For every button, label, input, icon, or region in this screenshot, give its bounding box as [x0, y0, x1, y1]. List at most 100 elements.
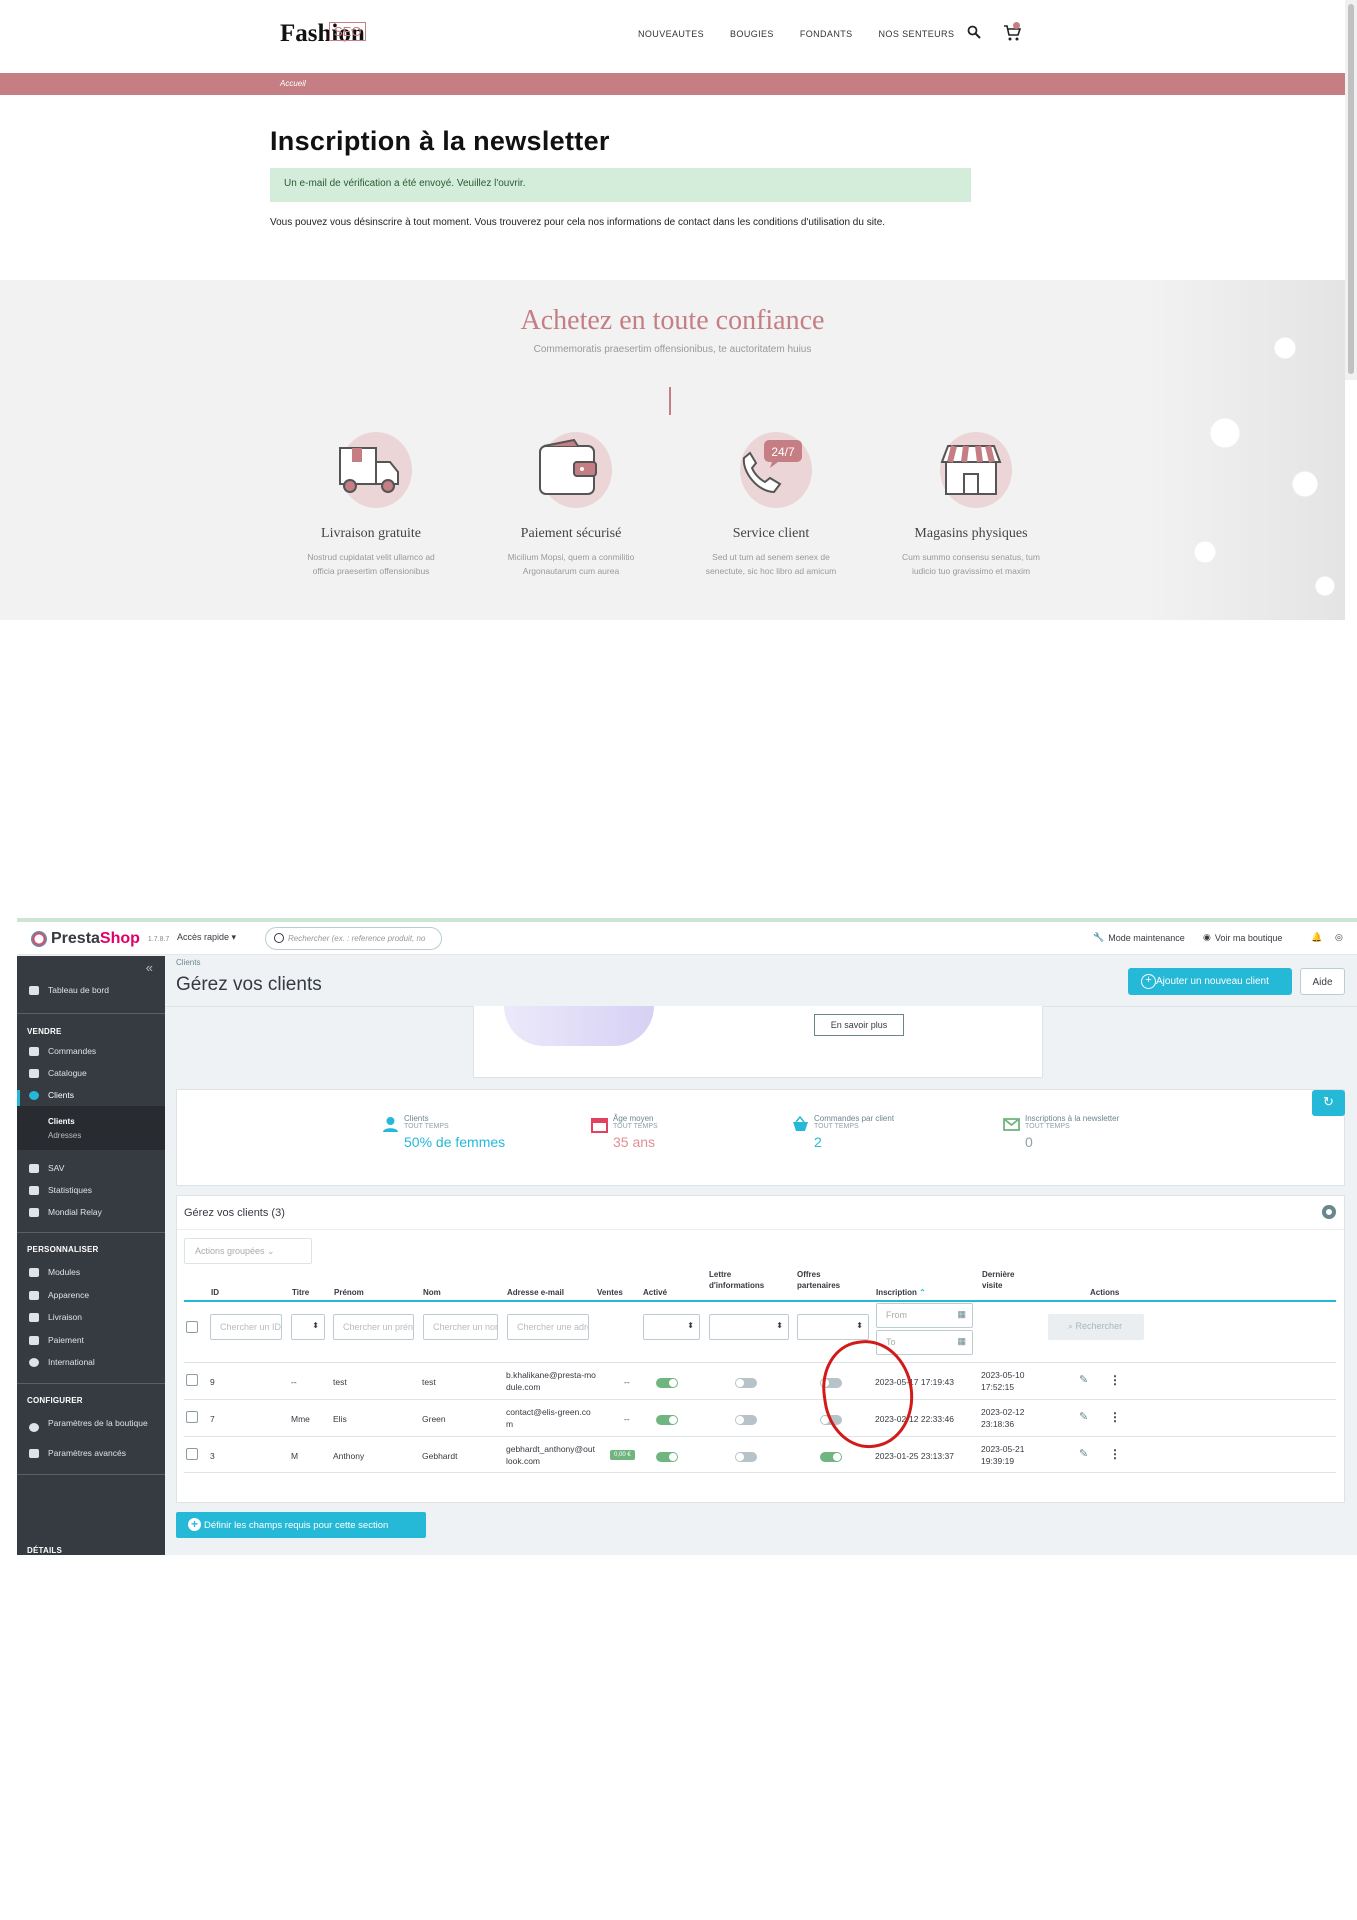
sidebar-item-sav[interactable]: SAV: [17, 1159, 165, 1179]
cell-sales: --: [624, 1414, 630, 1424]
learn-more-button[interactable]: En savoir plus: [814, 1014, 904, 1036]
row-checkbox[interactable]: [186, 1374, 198, 1386]
user-account-icon[interactable]: ◎: [1335, 932, 1343, 943]
more-actions-icon[interactable]: ⋮: [1109, 1410, 1121, 1424]
filter-title-select[interactable]: [291, 1314, 325, 1340]
table-row[interactable]: 9 -- test test b.khalikane@presta-module…: [184, 1362, 1336, 1399]
sidebar-item-customers[interactable]: Clients: [17, 1086, 165, 1110]
cell-firstname: Anthony: [333, 1451, 365, 1461]
cell-lastname: Gebhardt: [422, 1451, 458, 1461]
col-registered[interactable]: Inscription ⌃: [876, 1287, 926, 1298]
quick-access-dropdown[interactable]: Accès rapide ▾: [177, 932, 236, 943]
submenu-item-customers[interactable]: Clients: [48, 1117, 75, 1126]
newsletter-toggle[interactable]: [735, 1452, 757, 1462]
col-optin[interactable]: Offres partenaires: [797, 1269, 857, 1291]
edit-pencil-icon[interactable]: ✎: [1079, 1410, 1088, 1423]
feature-secure-payment: Paiement sécurisé Micilium Mopsi, quem a…: [481, 428, 661, 578]
cell-lastname: test: [422, 1377, 436, 1387]
breadcrumb-home[interactable]: Accueil: [280, 79, 306, 88]
gear-icon[interactable]: [1322, 1205, 1336, 1219]
col-newsletter[interactable]: Lettre d'informations: [709, 1269, 775, 1291]
filter-id-input[interactable]: Chercher un ID: [210, 1314, 282, 1340]
admin-page-title: Gérez vos clients: [176, 974, 322, 995]
shop-header: Fashion SEO NOUVEAUTES BOUGIES FONDANTS …: [0, 0, 1345, 73]
view-shop-link[interactable]: ◉ Voir ma boutique: [1203, 932, 1282, 943]
col-active[interactable]: Activé: [643, 1287, 667, 1298]
phone-24-7-icon: 24/7: [742, 440, 802, 494]
more-actions-icon[interactable]: ⋮: [1109, 1447, 1121, 1461]
filter-email-input[interactable]: Chercher une adresse: [507, 1314, 589, 1340]
col-firstname[interactable]: Prénom: [334, 1287, 364, 1298]
sidebar-item-catalog[interactable]: Catalogue: [17, 1064, 165, 1084]
kpi-orders-per-customer: Commandes par client TOUT TEMPS 2: [792, 1114, 894, 1150]
nav-item-bougies[interactable]: BOUGIES: [730, 29, 774, 39]
wrench-icon: 🔧: [1093, 932, 1105, 942]
admin-breadcrumb[interactable]: Clients: [176, 958, 200, 967]
col-last-visit[interactable]: Dernière visite: [982, 1269, 1032, 1291]
optin-toggle[interactable]: [820, 1452, 842, 1462]
sidebar-item-shop-params[interactable]: Paramètres de la boutique: [17, 1414, 165, 1440]
row-checkbox[interactable]: [186, 1448, 198, 1460]
active-toggle[interactable]: [656, 1452, 678, 1462]
sidebar-item-mondial-relay[interactable]: Mondial Relay: [17, 1203, 165, 1223]
sidebar-item-international[interactable]: International: [17, 1353, 165, 1373]
edit-pencil-icon[interactable]: ✎: [1079, 1447, 1088, 1460]
bulk-actions-dropdown[interactable]: Actions groupées ⌄: [184, 1238, 312, 1264]
refresh-kpi-icon[interactable]: ↻: [1312, 1090, 1345, 1116]
sidebar-item-dashboard[interactable]: Tableau de bord: [17, 981, 165, 1001]
admin-search-input[interactable]: Rechercher (ex. : reference produit, no: [265, 927, 442, 950]
sidebar-item-stats[interactable]: Statistiques: [17, 1181, 165, 1201]
filter-optin-select[interactable]: [797, 1314, 869, 1340]
filter-date-from[interactable]: From: [876, 1303, 973, 1328]
maintenance-link[interactable]: 🔧 Mode maintenance: [1093, 932, 1185, 943]
add-customer-button[interactable]: Ajouter un nouveau client: [1128, 968, 1292, 995]
sort-asc-icon[interactable]: ⌃: [919, 1288, 926, 1297]
admin-screenshot: PrestaShop 1.7.8.7 Accès rapide ▾ Recher…: [17, 918, 1357, 1555]
filter-lastname-input[interactable]: Chercher un nom: [423, 1314, 498, 1340]
nav-item-senteurs[interactable]: NOS SENTEURS: [879, 29, 955, 39]
required-fields-button[interactable]: Définir les champs requis pour cette sec…: [176, 1512, 426, 1538]
row-checkbox[interactable]: [186, 1411, 198, 1423]
filter-newsletter-select[interactable]: [709, 1314, 789, 1340]
newsletter-toggle[interactable]: [735, 1378, 757, 1388]
active-toggle[interactable]: [656, 1378, 678, 1388]
page-scrollbar[interactable]: [1345, 0, 1357, 380]
cell-last-visit: 2023-05-10 17:52:15: [981, 1370, 1025, 1392]
table-row[interactable]: 7 Mme Elis Green contact@elis-green.com …: [184, 1399, 1336, 1436]
feature-title: Magasins physiques: [914, 526, 1028, 541]
sidebar-item-shipping[interactable]: Livraison: [17, 1308, 165, 1328]
col-id[interactable]: ID: [211, 1287, 219, 1298]
col-email[interactable]: Adresse e-mail: [507, 1287, 564, 1298]
col-sales[interactable]: Ventes: [597, 1287, 623, 1298]
newsletter-toggle[interactable]: [735, 1415, 757, 1425]
scrollbar-thumb[interactable]: [1348, 4, 1354, 374]
sidebar-item-payment[interactable]: Paiement: [17, 1331, 165, 1351]
col-lastname[interactable]: Nom: [423, 1287, 441, 1298]
feature-title: Service client: [732, 526, 810, 541]
select-all-checkbox[interactable]: [186, 1321, 198, 1333]
sidebar-item-appearance[interactable]: Apparence: [17, 1286, 165, 1306]
notifications-bell-icon[interactable]: 🔔: [1311, 932, 1322, 943]
nav-item-fondants[interactable]: FONDANTS: [800, 29, 853, 39]
filter-search-button[interactable]: ⌕ Rechercher: [1048, 1314, 1144, 1340]
shop-logo-badge: SEO: [329, 22, 367, 41]
filter-active-select[interactable]: [643, 1314, 700, 1340]
collapse-sidebar-icon[interactable]: «: [146, 960, 153, 975]
sidebar-item-modules[interactable]: Modules: [17, 1263, 165, 1283]
help-button[interactable]: Aide: [1300, 968, 1345, 995]
col-title[interactable]: Titre: [292, 1287, 309, 1298]
search-icon[interactable]: [967, 25, 981, 39]
prestashop-logo[interactable]: PrestaShop 1.7.8.7: [31, 930, 169, 948]
edit-pencil-icon[interactable]: ✎: [1079, 1373, 1088, 1386]
sidebar-section-details: DÉTAILS: [27, 1546, 63, 1555]
submenu-item-addresses[interactable]: Adresses: [48, 1131, 81, 1140]
filter-firstname-input[interactable]: Chercher un prénom: [333, 1314, 414, 1340]
nav-item-nouveautes[interactable]: NOUVEAUTES: [638, 29, 704, 39]
sidebar-item-orders[interactable]: Commandes: [17, 1042, 165, 1062]
cell-last-visit: 2023-05-21 19:39:19: [981, 1444, 1025, 1466]
active-toggle[interactable]: [656, 1415, 678, 1425]
sidebar-item-advanced-params[interactable]: Paramètres avancés: [17, 1444, 165, 1464]
table-row[interactable]: 3 M Anthony Gebhardt gebhardt_anthony@ou…: [184, 1436, 1336, 1473]
cell-title: M: [291, 1451, 299, 1461]
more-actions-icon[interactable]: ⋮: [1109, 1373, 1121, 1387]
